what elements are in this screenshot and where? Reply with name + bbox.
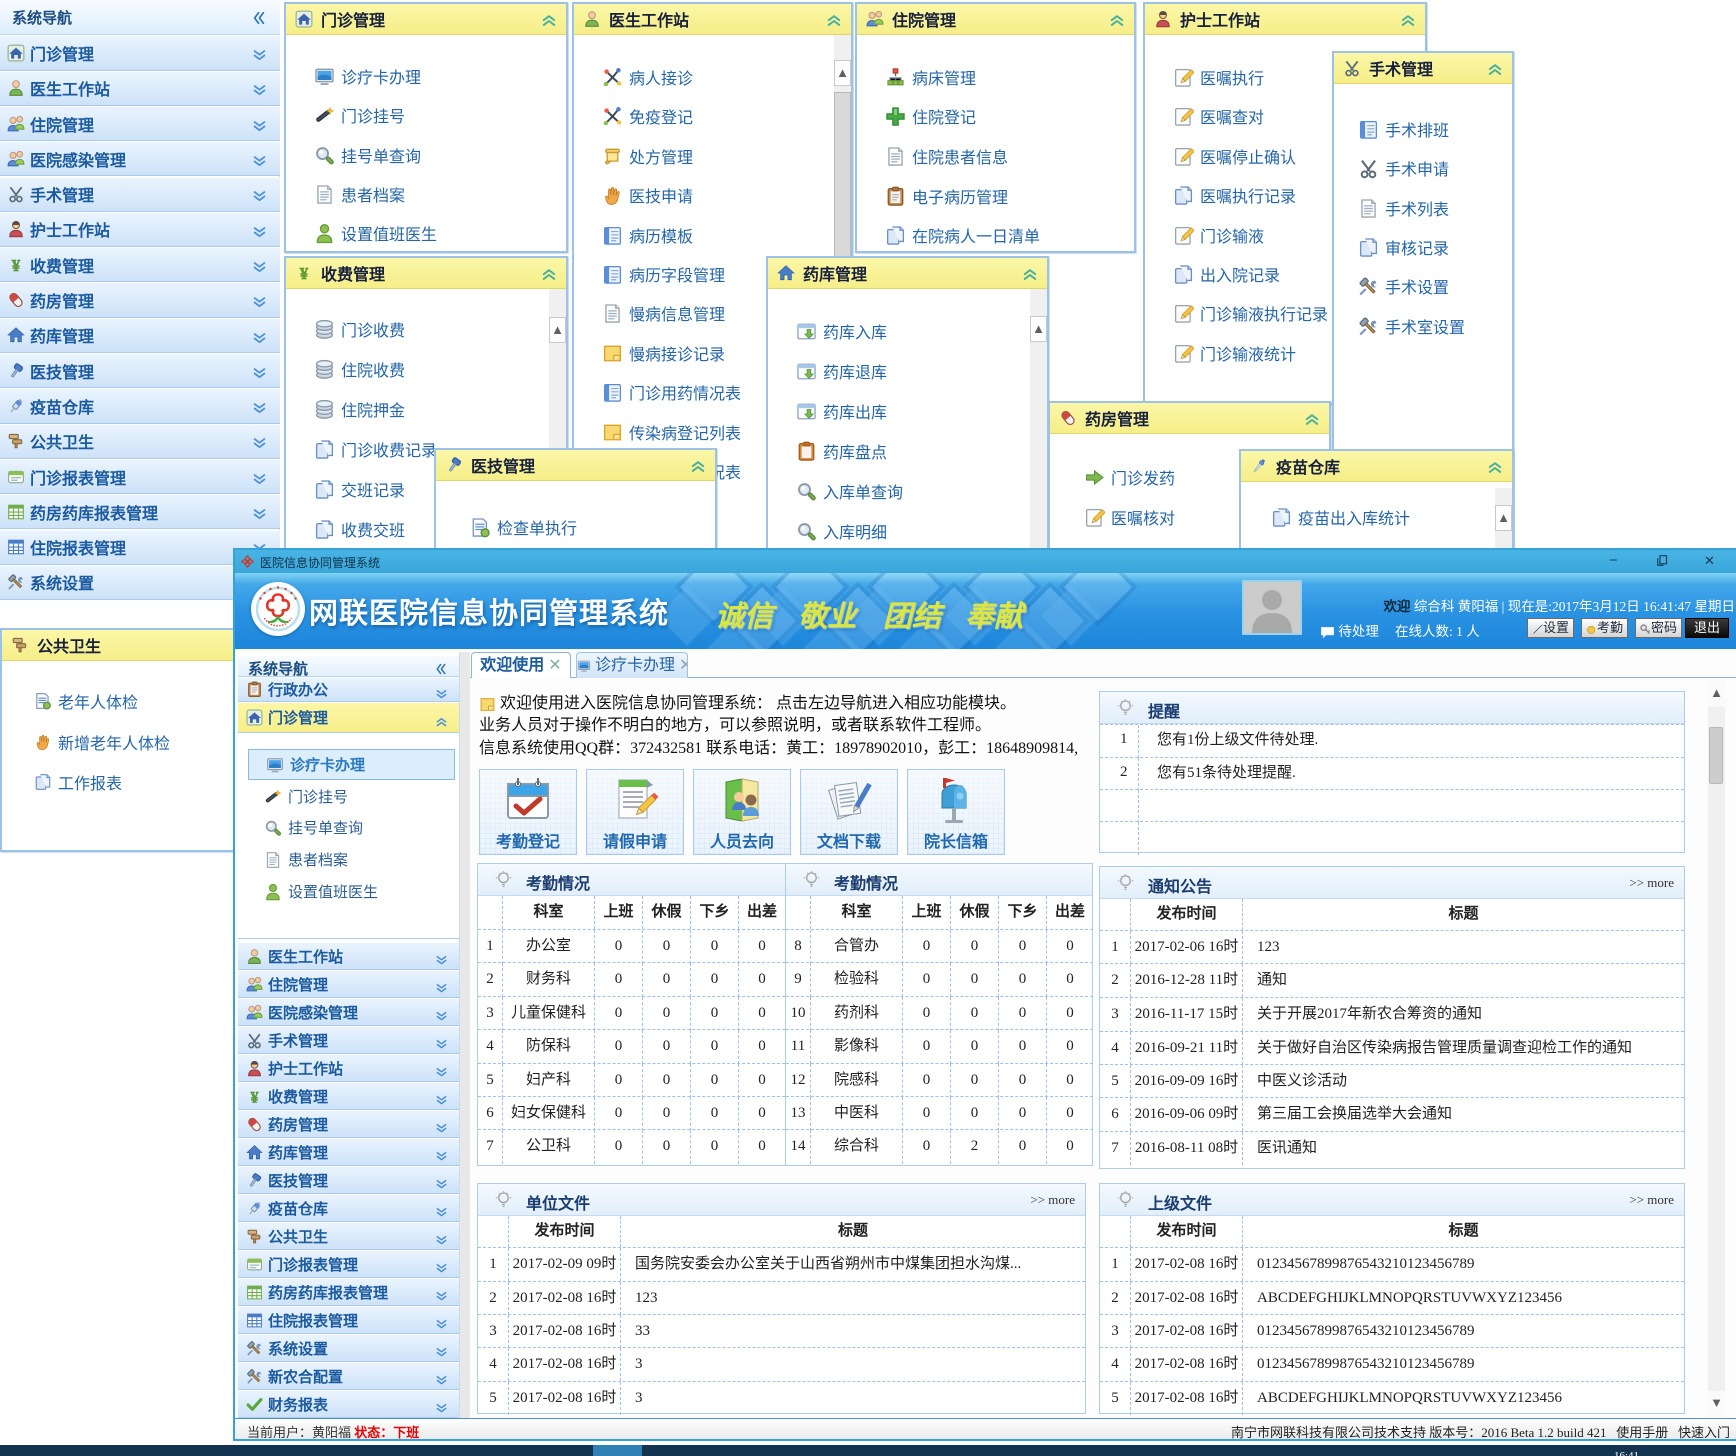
svg-text:¥: ¥ (300, 264, 309, 282)
svg-text:¥: ¥ (12, 256, 21, 274)
svg-text:¥: ¥ (251, 1089, 259, 1105)
